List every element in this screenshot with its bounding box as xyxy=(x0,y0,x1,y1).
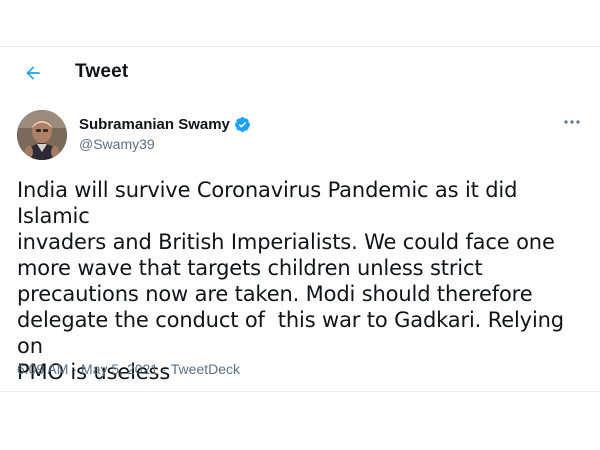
more-horizontal-icon xyxy=(564,120,580,124)
meta-separator: · xyxy=(72,361,78,377)
author-handle[interactable]: @Swamy39 xyxy=(79,136,251,152)
tweet-meta: 6:09 AM · May 5, 2021 · TweetDeck xyxy=(17,361,240,377)
tweet-text: India will survive Coronavirus Pandemic … xyxy=(17,178,564,384)
page-title: Tweet xyxy=(75,61,129,82)
back-button[interactable] xyxy=(19,59,47,87)
tweet-date[interactable]: May 5, 2021 xyxy=(81,361,158,377)
author-name-block: Subramanian Swamy @Swamy39 xyxy=(79,116,251,152)
avatar-image xyxy=(17,110,67,160)
verified-badge-icon xyxy=(234,117,250,132)
avatar[interactable] xyxy=(17,110,67,160)
author-display-name[interactable]: Subramanian Swamy xyxy=(79,116,230,133)
meta-separator: · xyxy=(162,361,167,377)
arrow-left-icon xyxy=(26,66,40,80)
tweet-source[interactable]: TweetDeck xyxy=(171,361,240,377)
page: Tweet Subramanian Swamy @Swamy39 India w… xyxy=(0,0,600,450)
more-options-button[interactable] xyxy=(560,114,584,130)
author-row: Subramanian Swamy @Swamy39 xyxy=(17,110,587,162)
display-name-line: Subramanian Swamy xyxy=(79,116,251,133)
tweet-header: Tweet xyxy=(0,52,600,96)
tweet-time[interactable]: 6:09 AM xyxy=(17,361,68,377)
